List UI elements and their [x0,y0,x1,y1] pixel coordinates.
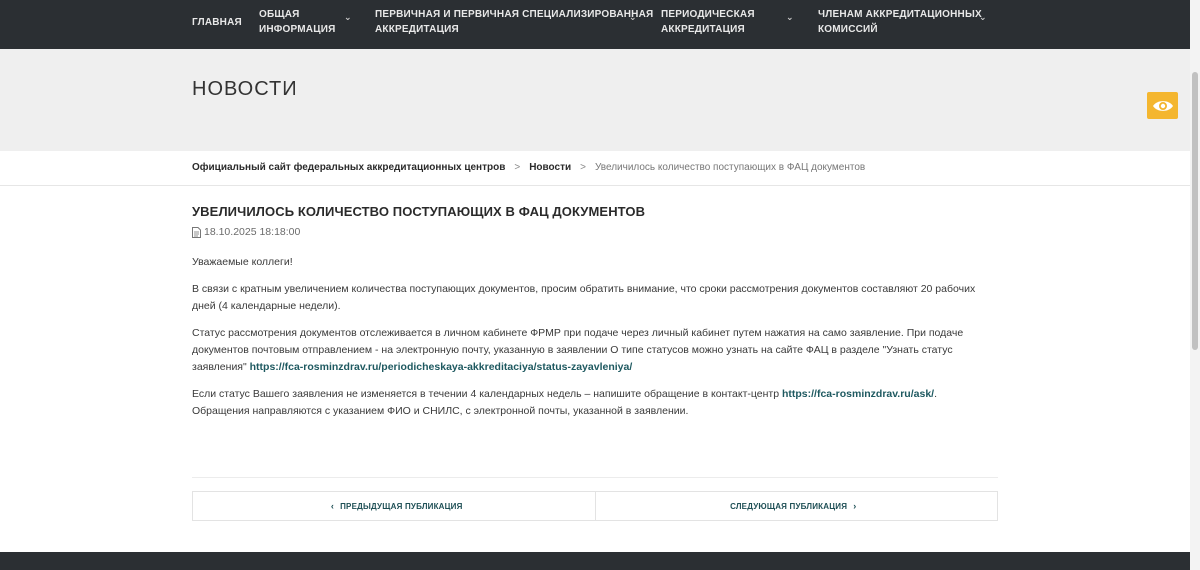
nav-item-label: Членам аккредитационных комиссий [818,9,982,35]
top-navigation: Главная Общая информация ⌄ Первичная и п… [0,0,1190,49]
article-greeting: Уважаемые коллеги! [192,256,293,268]
document-icon [192,226,201,238]
nav-item-label: Общая информация [259,9,336,35]
chevron-down-icon: ⌄ [786,12,794,22]
next-publication-label: Следующая публикация [730,501,848,511]
breadcrumb-separator: > [514,162,521,173]
status-link[interactable]: https://fca-rosminzdrav.ru/periodicheska… [250,361,633,373]
previous-publication-button[interactable]: ‹ Предыдущая публикация [193,492,595,520]
chevron-down-icon: ⌄ [979,12,987,22]
nav-item-commission-members[interactable]: Членам аккредитационных комиссий ⌄ [818,0,987,44]
chevron-left-icon: ‹ [330,501,335,511]
article-paragraph-2: Статус рассмотрения документов отслежива… [192,325,992,376]
next-publication-button[interactable]: Следующая публикация › [594,492,998,520]
article-paragraph-3: Если статус Вашего заявления не изменяет… [192,386,992,420]
breadcrumb-home-link[interactable]: Официальный сайт федеральных аккредитаци… [192,162,505,173]
chevron-right-icon: › [853,501,857,511]
nav-item-general-info[interactable]: Общая информация ⌄ [259,0,352,44]
article-date-text: 18.10.2025 18:18:00 [204,226,301,238]
paragraph-text: Если статус Вашего заявления не изменяет… [192,388,782,400]
page-header-band: НОВОСТИ [0,49,1190,151]
footer [0,552,1190,570]
nav-item-periodic-accreditation[interactable]: Периодическая аккредитация ⌄ [661,0,794,44]
breadcrumb: Официальный сайт федеральных аккредитаци… [0,151,1190,186]
divider [192,477,998,478]
breadcrumb-current: Увеличилось количество поступающих в ФАЦ… [594,162,866,173]
publication-pager: ‹ Предыдущая публикация Следующая публик… [192,491,998,521]
scrollbar[interactable] [1190,0,1200,570]
accessibility-button[interactable] [1147,92,1178,119]
contact-center-link[interactable]: https://fca-rosminzdrav.ru/ask/ [782,388,934,400]
eye-icon [1152,100,1173,111]
nav-item-label: Первичная и первичная специализированная… [375,9,654,35]
page-title: НОВОСТИ [192,78,298,100]
nav-item-label: Периодическая аккредитация [661,9,755,35]
chevron-down-icon: ⌄ [344,12,352,22]
nav-item-home[interactable]: Главная [192,0,242,44]
nav-item-primary-accreditation[interactable]: Первичная и первичная специализированная… [375,0,653,44]
breadcrumb-news-link[interactable]: Новости [529,162,571,173]
previous-publication-label: Предыдущая публикация [340,501,463,511]
breadcrumb-separator: > [580,162,586,173]
article-title: Увеличилось количество поступающих в ФАЦ… [192,204,646,219]
article-date: 18.10.2025 18:18:00 [192,226,300,238]
chevron-down-icon: ⌄ [629,12,637,22]
scrollbar-thumb[interactable] [1192,72,1198,350]
article-paragraph-1: В связи с кратным увеличением количества… [192,283,976,312]
nav-item-label: Главная [192,16,242,28]
